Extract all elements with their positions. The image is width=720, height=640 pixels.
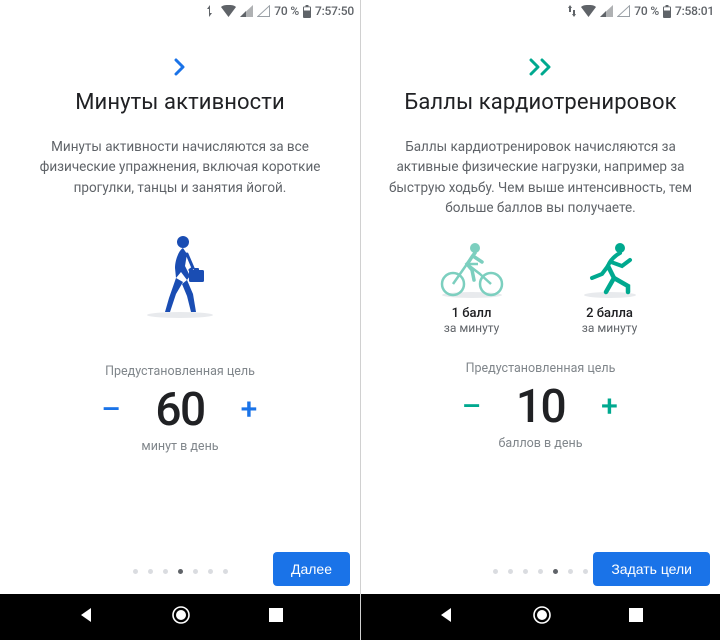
recents-icon[interactable] [628, 607, 644, 627]
page-title: Минуты активности [75, 90, 285, 115]
runner-icon [578, 238, 642, 298]
set-goals-button[interactable]: Задать цели [593, 552, 710, 586]
activity-label: 2 балла [586, 306, 633, 321]
pager-dot[interactable] [208, 569, 213, 574]
activity-item-cycling: 1 балл за минуту [422, 238, 522, 335]
activity-item-running: 2 балла за минуту [560, 238, 660, 335]
clock: 7:57:50 [315, 4, 354, 18]
phone-right: 70 % 7:58:01 Баллы кардиотренировок Балл… [360, 0, 720, 640]
status-bar: 70 % 7:58:01 [361, 0, 720, 22]
page-description: Баллы кардиотренировок начисляются за ак… [385, 137, 696, 218]
status-bar: 70 % 7:57:50 [0, 0, 360, 22]
signal-icon [600, 5, 613, 17]
onboarding-content: Минуты активности Минуты активности начи… [0, 22, 360, 548]
data-arrows-icon [567, 5, 577, 17]
double-chevron-icon [528, 58, 554, 80]
increase-button[interactable]: + [595, 392, 625, 422]
goal-label: Предустановленная цель [105, 364, 255, 379]
onboarding-content: Баллы кардиотренировок Баллы кардиотрени… [361, 22, 720, 548]
increase-button[interactable]: + [234, 395, 264, 425]
signal-empty-icon [257, 5, 270, 17]
back-icon[interactable] [437, 606, 455, 628]
pager-dots [493, 569, 588, 574]
chevron-icon [173, 58, 187, 80]
home-icon[interactable] [171, 605, 191, 629]
pager-dots [133, 569, 228, 574]
wifi-icon [221, 5, 236, 17]
phone-left: 70 % 7:57:50 Минуты активности Минуты ак… [0, 0, 360, 640]
battery-icon [303, 5, 311, 18]
goal-stepper: – 10 + [457, 380, 625, 434]
pager-dot[interactable] [148, 569, 153, 574]
pager-dot[interactable] [163, 569, 168, 574]
cyclist-icon [436, 238, 508, 298]
next-button[interactable]: Далее [273, 552, 350, 586]
pager-dot[interactable] [133, 569, 138, 574]
signal-icon [240, 5, 253, 17]
android-navbar [0, 594, 360, 640]
pager-dot[interactable] [223, 569, 228, 574]
clock: 7:58:01 [675, 4, 714, 18]
android-navbar [361, 594, 720, 640]
recents-icon[interactable] [268, 607, 284, 627]
back-icon[interactable] [77, 606, 95, 628]
activity-sublabel: за минуту [582, 321, 638, 335]
activity-examples: 1 балл за минуту 2 балла [422, 238, 660, 335]
pager-dot[interactable] [508, 569, 513, 574]
home-icon[interactable] [532, 605, 552, 629]
goal-unit: баллов в день [499, 436, 583, 451]
goal-stepper: – 60 + [96, 383, 264, 437]
battery-percent: 70 % [634, 4, 659, 18]
pager-dot[interactable] [193, 569, 198, 574]
wifi-icon [581, 5, 596, 17]
battery-icon [663, 5, 671, 18]
activity-sublabel: за минуту [444, 321, 500, 335]
signal-empty-icon [617, 5, 630, 17]
decrease-button[interactable]: – [457, 392, 487, 422]
pager-dot[interactable] [583, 569, 588, 574]
activity-label: 1 балл [452, 306, 492, 321]
bottom-row: Задать цели [361, 548, 720, 594]
pager-dot-active[interactable] [178, 569, 183, 574]
page-description: Минуты активности начисляются за все физ… [24, 137, 336, 198]
battery-percent: 70 % [274, 4, 299, 18]
pager-dot[interactable] [568, 569, 573, 574]
goal-unit: минут в день [141, 439, 218, 454]
walking-man-icon [143, 232, 217, 318]
page-title: Баллы кардиотренировок [404, 90, 676, 115]
goal-label: Предустановленная цель [466, 361, 616, 376]
data-arrows-icon [207, 5, 217, 17]
bottom-row: Далее [0, 548, 360, 594]
pager-dot[interactable] [538, 569, 543, 574]
pager-dot[interactable] [493, 569, 498, 574]
decrease-button[interactable]: – [96, 395, 126, 425]
pager-dot[interactable] [523, 569, 528, 574]
pager-dot-active[interactable] [553, 569, 558, 574]
goal-value: 60 [148, 383, 212, 437]
goal-value: 10 [509, 380, 573, 434]
